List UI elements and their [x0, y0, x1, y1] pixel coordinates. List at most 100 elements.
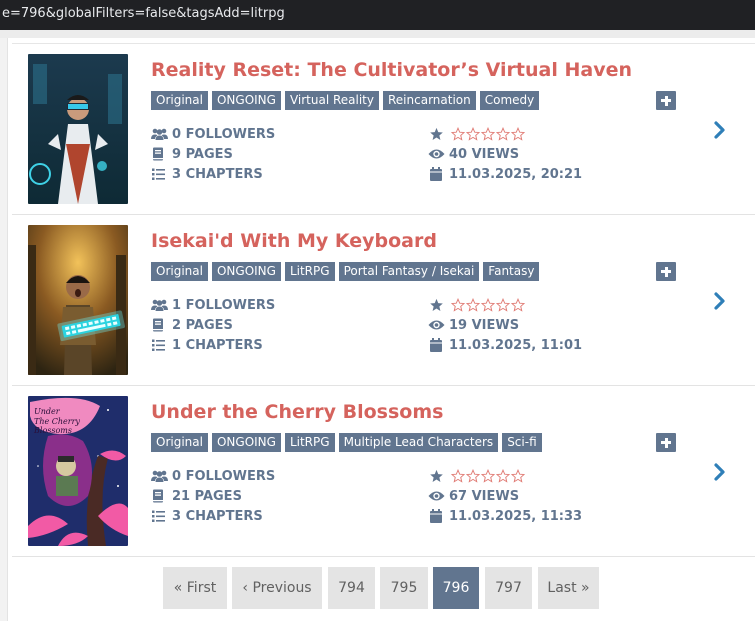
empty-star-icon	[451, 298, 465, 312]
empty-star-icon	[481, 127, 495, 141]
followers-count: 0 FOLLOWERS	[172, 126, 276, 142]
chapters-count: 3 CHAPTERS	[172, 508, 263, 524]
page-button-795[interactable]: 795	[380, 567, 428, 609]
page-button-794[interactable]: 794	[328, 567, 375, 609]
cherry-blossom-cover-image: Under The Cherry Blossoms	[28, 396, 128, 546]
empty-star-icon	[511, 127, 525, 141]
chapters-count: 1 CHAPTERS	[172, 337, 263, 353]
rating-stat	[428, 297, 525, 313]
keyboard-hero-cover-image	[28, 225, 128, 375]
tag[interactable]: Virtual Reality	[284, 91, 379, 110]
pages-count: 21 PAGES	[172, 488, 242, 504]
views-stat: 19 VIEWS	[428, 317, 519, 333]
svg-text:The Cherry: The Cherry	[34, 417, 80, 426]
empty-star-icon	[496, 469, 510, 483]
page-button-796-current[interactable]: 796	[433, 567, 479, 609]
tag[interactable]: Fantasy	[483, 262, 540, 281]
star-icon	[428, 469, 445, 483]
pages-stat: 2 PAGES	[151, 317, 233, 333]
svg-text:Blossoms: Blossoms	[33, 426, 72, 435]
updated-date: 11.03.2025, 20:21	[449, 166, 583, 182]
empty-star-icon	[511, 298, 525, 312]
empty-star-icon	[511, 469, 525, 483]
tag[interactable]: Portal Fantasy / Isekai	[338, 262, 480, 281]
views-stat: 67 VIEWS	[428, 488, 519, 504]
calendar-icon	[428, 338, 445, 352]
views-count: 40 VIEWS	[449, 146, 520, 162]
chapters-count: 3 CHAPTERS	[172, 166, 263, 182]
tag[interactable]: Multiple Lead Characters	[338, 433, 499, 452]
tag[interactable]: Sci-fi	[502, 433, 542, 452]
calendar-icon	[428, 167, 445, 181]
tag[interactable]: ONGOING	[211, 91, 281, 110]
rating-stat	[428, 126, 525, 142]
views-stat: 40 VIEWS	[428, 146, 519, 162]
eye-icon	[428, 147, 445, 161]
followers-stat: 0 FOLLOWERS	[151, 126, 275, 142]
previous-page-button[interactable]: ‹ Previous	[232, 567, 322, 609]
url-text[interactable]: e=796&globalFilters=false&tagsAdd=litrpg	[2, 6, 285, 21]
chevron-right-icon[interactable]	[713, 292, 727, 310]
empty-star-icon	[496, 298, 510, 312]
page-top-strip	[0, 30, 755, 38]
fiction-item: Isekai'd With My Keyboard Original ONGOI…	[12, 214, 755, 385]
fiction-title[interactable]: Isekai'd With My Keyboard	[151, 230, 437, 252]
date-stat: 11.03.2025, 11:01	[428, 337, 582, 353]
eye-icon	[428, 318, 445, 332]
followers-count: 1 FOLLOWERS	[172, 297, 276, 313]
tag[interactable]: LitRPG	[284, 262, 335, 281]
cover-image[interactable]: Under The Cherry Blossoms	[28, 396, 128, 546]
list-icon	[151, 338, 168, 352]
first-page-button[interactable]: « First	[163, 567, 227, 609]
book-icon	[151, 489, 168, 503]
empty-star-icon	[466, 298, 480, 312]
eye-icon	[428, 489, 445, 503]
star-icon	[428, 298, 445, 312]
fiction-title[interactable]: Under the Cherry Blossoms	[151, 401, 443, 423]
page-button-797[interactable]: 797	[485, 567, 532, 609]
tag[interactable]: ONGOING	[211, 262, 281, 281]
left-gutter	[0, 38, 8, 621]
plus-icon[interactable]	[656, 433, 676, 452]
star-rating	[451, 298, 525, 312]
chevron-right-icon[interactable]	[713, 121, 727, 139]
book-icon	[151, 318, 168, 332]
last-page-button[interactable]: Last »	[538, 567, 599, 609]
empty-star-icon	[481, 298, 495, 312]
cultivator-vr-cover-image	[28, 54, 128, 204]
empty-star-icon	[466, 469, 480, 483]
tag-list: Original ONGOING LitRPG Portal Fantasy /…	[151, 262, 540, 281]
empty-star-icon	[451, 127, 465, 141]
tag[interactable]: Original	[151, 433, 208, 452]
plus-icon[interactable]	[656, 91, 676, 110]
plus-icon[interactable]	[656, 262, 676, 281]
tag[interactable]: Reincarnation	[383, 91, 476, 110]
fiction-title[interactable]: Reality Reset: The Cultivator’s Virtual …	[151, 59, 632, 81]
tag[interactable]: ONGOING	[211, 433, 281, 452]
rating-stat	[428, 468, 525, 484]
fiction-item: Under The Cherry Blossoms Under the Cher…	[12, 385, 755, 556]
users-icon	[151, 298, 168, 312]
chevron-right-icon[interactable]	[713, 463, 727, 481]
views-count: 19 VIEWS	[449, 317, 520, 333]
tag[interactable]: Original	[151, 91, 208, 110]
cover-image[interactable]	[28, 54, 128, 204]
empty-star-icon	[451, 469, 465, 483]
pages-count: 9 PAGES	[172, 146, 233, 162]
date-stat: 11.03.2025, 20:21	[428, 166, 582, 182]
cover-image[interactable]	[28, 225, 128, 375]
browser-address-bar[interactable]: e=796&globalFilters=false&tagsAdd=litrpg	[0, 0, 755, 30]
empty-star-icon	[481, 469, 495, 483]
book-icon	[151, 147, 168, 161]
tag-list: Original ONGOING LitRPG Multiple Lead Ch…	[151, 433, 542, 452]
date-stat: 11.03.2025, 11:33	[428, 508, 582, 524]
followers-stat: 1 FOLLOWERS	[151, 297, 275, 313]
chapters-stat: 1 CHAPTERS	[151, 337, 263, 353]
chapters-stat: 3 CHAPTERS	[151, 508, 263, 524]
tag[interactable]: LitRPG	[284, 433, 335, 452]
svg-text:Under: Under	[34, 407, 61, 416]
tag[interactable]: Comedy	[479, 91, 540, 110]
pages-count: 2 PAGES	[172, 317, 233, 333]
tag[interactable]: Original	[151, 262, 208, 281]
star-icon	[428, 127, 445, 141]
